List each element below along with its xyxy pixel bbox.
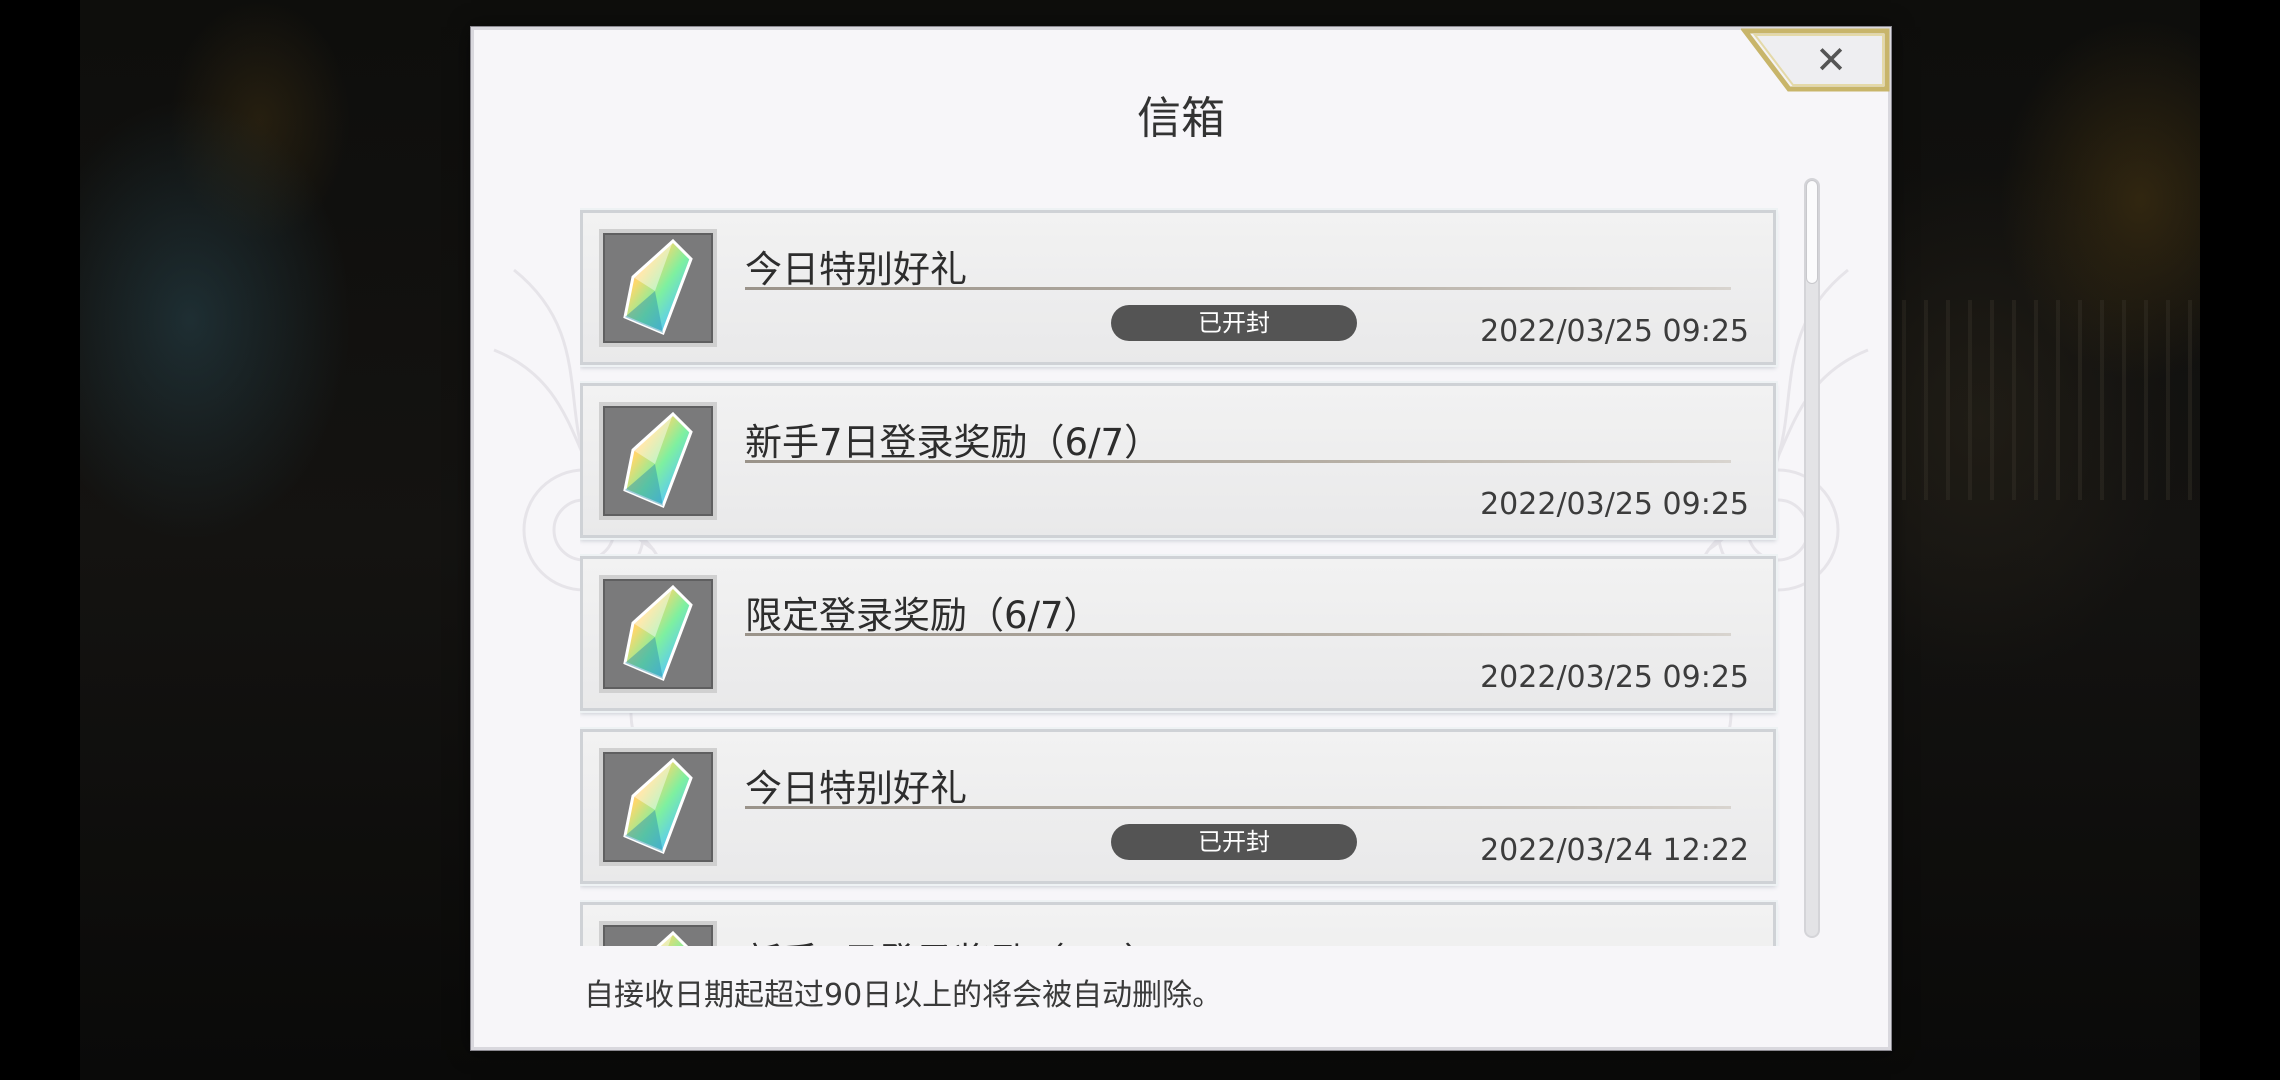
title-divider (745, 287, 1731, 290)
item-icon-frame (599, 748, 717, 866)
letterbox-right (2200, 0, 2280, 1080)
close-icon[interactable]: ✕ (1741, 27, 1891, 93)
mail-title: 限定登录奖励（6/7） (745, 594, 1101, 637)
title-divider (745, 460, 1731, 463)
item-icon-frame (599, 575, 717, 693)
rainbow-crystal-icon (623, 757, 693, 854)
title-divider (745, 806, 1731, 809)
mail-item[interactable]: 限定登录奖励（6/7） 2022/03/25 09:25 (580, 556, 1776, 711)
mail-date: 2022/03/25 09:25 (1480, 660, 1749, 695)
mail-item[interactable]: 新手7日登录奖励（6/7） 2022/03/25 09:25 (580, 383, 1776, 538)
scrollbar-thumb[interactable] (1806, 180, 1818, 284)
auto-delete-notice: 自接收日期起超过90日以上的将会被自动删除。 (584, 978, 1223, 1013)
mail-list[interactable]: 今日特别好礼 已开封 2022/03/25 09:25 新手7日登录奖励（6/7… (580, 180, 1780, 946)
mail-title: 新手7日登录奖励（5/7） (745, 931, 1161, 946)
mail-item[interactable]: 今日特别好礼 已开封 2022/03/25 09:25 (580, 210, 1776, 365)
item-icon-frame (599, 402, 717, 520)
mail-title: 新手7日登录奖励（6/7） (745, 421, 1162, 464)
mail-item[interactable]: 今日特别好礼 已开封 2022/03/24 12:22 (580, 729, 1776, 884)
rainbow-crystal-icon (623, 584, 693, 681)
item-icon-frame (599, 229, 717, 347)
rainbow-crystal-icon (623, 411, 693, 508)
background-fence (1880, 300, 2200, 500)
mail-date: 2022/03/24 12:22 (1480, 833, 1749, 868)
letterbox-left (0, 0, 80, 1080)
close-button[interactable]: ✕ (1741, 27, 1891, 93)
item-icon-frame (599, 921, 717, 946)
rainbow-crystal-icon (623, 238, 693, 335)
mail-item[interactable]: 新手7日登录奖励（5/7） (580, 902, 1776, 946)
svg-text:✕: ✕ (1815, 38, 1847, 82)
opened-status-badge: 已开封 (1111, 305, 1357, 341)
mail-title: 今日特别好礼 (745, 248, 967, 291)
mail-date: 2022/03/25 09:25 (1480, 314, 1749, 349)
mailbox-dialog: 信箱 ✕ 今日特别好礼 已开封 2022/03/25 09:25 新手7日登录奖… (471, 27, 1891, 1050)
title-divider (745, 633, 1731, 636)
opened-status-badge: 已开封 (1111, 824, 1357, 860)
mail-title: 今日特别好礼 (745, 767, 967, 810)
rainbow-crystal-icon (656, 930, 689, 946)
mail-list-scrollbar[interactable] (1804, 178, 1820, 938)
mail-date: 2022/03/25 09:25 (1480, 487, 1749, 522)
dialog-title: 信箱 (1137, 93, 1225, 144)
